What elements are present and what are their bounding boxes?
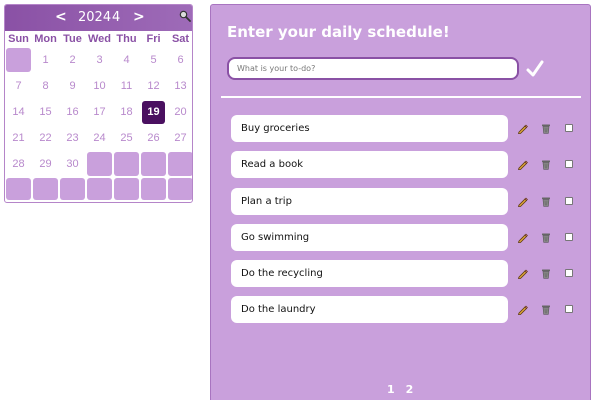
calendar-blank-cell: ✦ [87,152,116,181]
weekday-label: Thu [116,33,137,45]
calendar-day[interactable]: 30 [59,151,86,177]
calendar-day[interactable]: 23 [59,125,86,151]
calendar-blank-cell: ✦ [141,152,170,181]
weekday-label: Wed [87,33,112,45]
today-label: 19 [142,100,165,124]
todo-item: Do the recycling [231,260,581,288]
trash-icon[interactable] [541,123,551,134]
calendar-day[interactable]: 3 [86,47,113,73]
panel-title: Enter your daily schedule! [227,23,450,41]
calendar-day[interactable]: 4 [113,47,140,73]
calendar-day[interactable]: 10 [86,73,113,99]
todo-text: Plan a trip [231,187,508,215]
calendar-day[interactable]: 26 [140,125,167,151]
calendar-day[interactable]: 6 [167,47,192,73]
calendar-day[interactable]: 21 [5,125,32,151]
trash-icon[interactable] [541,196,551,207]
calendar-day[interactable]: 18 [113,99,140,125]
calendar-month: 4 [112,10,121,25]
calendar-day[interactable]: 24 [86,125,113,151]
calendar-day[interactable]: 2 [59,47,86,73]
calendar-day[interactable]: 13 [167,73,192,99]
todo-text: Do the recycling [231,260,508,288]
done-checkbox[interactable] [565,305,573,314]
todo-text: Do the laundry [231,296,508,324]
calendar-blank-cell [114,178,139,200]
prev-month-button[interactable]: < [55,9,67,25]
todo-text: Go swimming [231,223,508,251]
pencil-icon[interactable] [517,159,528,171]
calendar-day[interactable]: 29 [32,151,59,177]
calendar-day[interactable]: 16 [59,99,86,125]
trash-icon[interactable] [541,232,551,243]
todo-text: Buy groceries [231,115,508,142]
calendar-day[interactable]: 17 [86,99,113,125]
pencil-icon[interactable] [517,232,528,243]
next-month-button[interactable]: > [133,9,145,25]
todo-text: Read a book [231,151,508,179]
calendar-blank-cell [168,178,192,200]
calendar-day[interactable]: 11 [113,73,140,99]
calendar-blank-cell [87,178,112,200]
page-link[interactable]: 2 [406,383,414,397]
page-link[interactable]: 1 [387,383,395,397]
calendar-blank-cell [33,178,58,200]
calendar: < 2024 4 > Sun Mon Tue Wed Thu Fri Sat 1 2 3 4 5 6 7 8… [4,4,193,203]
calendar-day[interactable]: 20 [167,99,192,125]
pencil-icon[interactable] [517,123,528,134]
weekday-label: Mon [34,33,57,45]
calendar-blank-cell: ✦ [114,152,143,181]
calendar-grid: Sun Mon Tue Wed Thu Fri Sat 1 2 3 4 5 6 7 8 9 10 11 12 13 14… [5,31,192,201]
calendar-day[interactable]: 8 [32,73,59,99]
weekday-label: Sat [171,33,190,45]
calendar-day[interactable]: 12 [140,73,167,99]
todo-item: Plan a trip [231,187,581,216]
todo-panel: Enter your daily schedule! Buy groceries… [210,4,591,400]
done-checkbox[interactable] [565,269,573,278]
divider [221,96,581,98]
calendar-day[interactable]: 9 [59,73,86,99]
search-icon[interactable] [179,10,191,22]
calendar-day[interactable]: 14 [5,99,32,125]
todo-item: Read a book [231,151,581,179]
calendar-blank-cell [6,178,31,200]
calendar-blank-cell [168,152,192,176]
todo-input[interactable] [227,57,519,80]
calendar-day[interactable]: 5 [140,47,167,73]
weekday-label: Tue [63,33,82,45]
checkmark-icon [526,60,544,77]
pagination: 12 [387,383,413,397]
calendar-year: 2024 [78,10,112,25]
calendar-cell-selected[interactable] [5,47,32,73]
todo-list: Buy groceries Read a book Plan a trip Go sw… [231,115,581,333]
weekday-label: Sun [8,33,29,45]
trash-icon[interactable] [541,159,551,170]
todo-item: Buy groceries [231,115,581,143]
calendar-blank-cell [60,178,85,200]
calendar-blank-cell [141,178,166,200]
weekday-label: Fri [146,33,161,45]
pencil-icon[interactable] [517,196,528,207]
pencil-icon[interactable] [517,268,528,280]
done-checkbox[interactable] [565,232,573,241]
calendar-day[interactable]: 15 [32,99,59,125]
calendar-day[interactable]: 27 [167,125,192,151]
calendar-day[interactable]: 25 [113,125,140,151]
calendar-day-today[interactable]: 19 [140,99,167,125]
done-checkbox[interactable] [565,160,573,169]
calendar-day[interactable]: 7 [5,73,32,99]
calendar-day[interactable]: 28 [5,151,32,177]
todo-item: Do the laundry [231,296,581,324]
calendar-day[interactable]: 1 [32,47,59,73]
pencil-icon[interactable] [517,304,528,316]
done-checkbox[interactable] [565,124,573,132]
submit-button[interactable] [525,59,545,79]
trash-icon[interactable] [541,304,551,316]
calendar-header: < 2024 4 > [5,5,192,31]
calendar-day[interactable]: 22 [32,125,59,151]
todo-item: Go swimming [231,223,581,252]
done-checkbox[interactable] [565,196,573,205]
trash-icon[interactable] [541,268,551,279]
